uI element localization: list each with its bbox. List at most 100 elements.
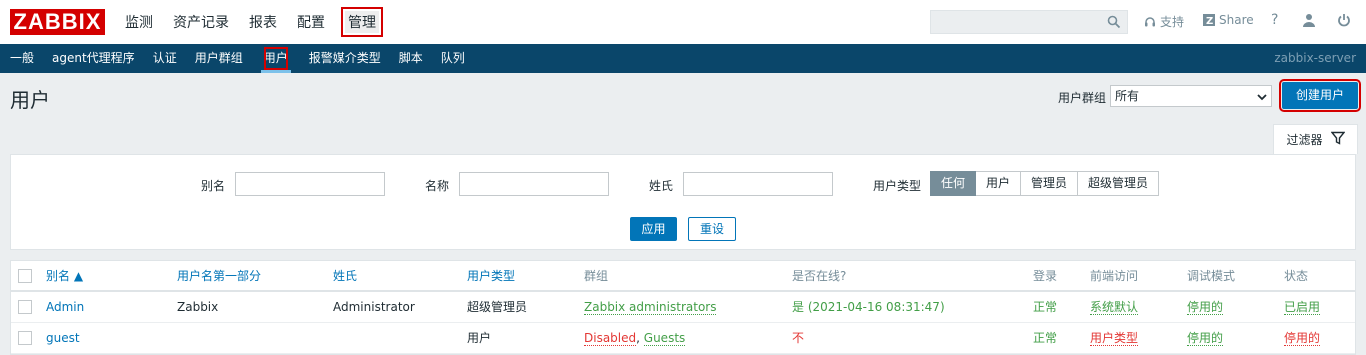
user-group-select[interactable]: 所有 [1110, 85, 1272, 107]
login-cell: 正常 [1033, 291, 1090, 323]
table-row: guest 用户 Disabled, Guests 不 正常 用户类型 停用的 … [11, 322, 1355, 354]
alias-label: 别名 [201, 179, 226, 193]
submenu-user-groups[interactable]: 用户群组 [195, 44, 243, 73]
user-type-cell: 超级管理员 [467, 291, 584, 323]
menu-administration[interactable]: 管理 [341, 7, 383, 37]
menu-monitoring[interactable]: 监测 [125, 12, 153, 32]
support-label: 支持 [1160, 15, 1185, 29]
funnel-icon [1330, 131, 1345, 148]
surname-input[interactable] [683, 172, 833, 196]
debug-mode-link[interactable]: 停用的 [1187, 300, 1224, 316]
sign-out-icon[interactable] [1337, 13, 1355, 27]
filter-panel: 别名 名称 姓氏 用户类型 任何 用户 管理员 超级管理员 应用 重设 [10, 154, 1356, 250]
user-group-label: 用户群组 [1058, 91, 1107, 105]
select-all-checkbox[interactable] [18, 268, 32, 283]
name-cell: Zabbix [177, 291, 333, 323]
user-alias-link[interactable]: guest [46, 331, 80, 345]
group-separator: , [636, 330, 644, 345]
zabbix-logo[interactable]: ZABBIX [10, 9, 105, 35]
surname-label: 姓氏 [649, 179, 674, 193]
chevron-down-icon [1257, 89, 1267, 109]
user-alias-link[interactable]: Admin [46, 300, 84, 314]
page-title: 用户 [10, 88, 50, 112]
col-online: 是否在线? [792, 261, 1033, 292]
submenu-proxies[interactable]: agent代理程序 [52, 44, 135, 73]
help-link[interactable]: ? [1271, 12, 1278, 28]
frontend-access-link[interactable]: 用户类型 [1090, 331, 1139, 346]
col-surname[interactable]: 姓氏 [333, 261, 467, 292]
col-user-type[interactable]: 用户类型 [467, 261, 584, 292]
debug-mode-cell: 停用的 [1187, 291, 1284, 323]
name-cell [177, 322, 333, 354]
user-type-super-admin[interactable]: 超级管理员 [1078, 171, 1160, 196]
menu-inventory[interactable]: 资产记录 [173, 12, 229, 32]
status-link[interactable]: 已启用 [1284, 300, 1321, 316]
share-link[interactable]: Z Share [1203, 13, 1254, 27]
user-type-cell: 用户 [467, 322, 584, 354]
col-debug-mode: 调试模式 [1187, 261, 1284, 292]
menu-configuration[interactable]: 配置 [297, 12, 325, 32]
alias-cell: guest [46, 322, 177, 354]
row-checkbox[interactable] [18, 330, 32, 345]
select-all-cell [11, 261, 46, 292]
filter-tab-label: 过滤器 [1286, 133, 1323, 147]
apply-button[interactable]: 应用 [630, 217, 677, 241]
surname-cell [333, 322, 467, 354]
user-type-label: 用户类型 [873, 179, 922, 193]
user-type-segmented: 任何 用户 管理员 超级管理员 [930, 171, 1160, 196]
create-user-button[interactable]: 创建用户 [1279, 79, 1361, 112]
reset-button[interactable]: 重设 [688, 217, 736, 241]
menu-reports[interactable]: 报表 [249, 12, 277, 32]
submenu-scripts[interactable]: 脚本 [399, 44, 423, 73]
submenu-authentication[interactable]: 认证 [153, 44, 177, 73]
submenu-general[interactable]: 一般 [10, 44, 34, 73]
user-type-any[interactable]: 任何 [930, 171, 977, 196]
search-icon[interactable] [1107, 15, 1121, 32]
col-alias[interactable]: 别名 ▲ [46, 261, 177, 292]
top-bar: ZABBIX 监测 资产记录 报表 配置 管理 支持 Z Share ? [0, 0, 1366, 44]
frontend-access-cell: 用户类型 [1090, 322, 1187, 354]
online-cell: 不 [792, 322, 1033, 354]
user-type-admin[interactable]: 管理员 [1021, 171, 1079, 196]
row-select-cell [11, 291, 46, 323]
user-profile-icon[interactable] [1302, 13, 1320, 27]
status-cell: 已启用 [1284, 291, 1355, 323]
headset-icon [1145, 16, 1155, 26]
filter-tab[interactable]: 过滤器 [1273, 124, 1358, 154]
col-groups: 群组 [584, 261, 792, 292]
group-link-disabled[interactable]: Disabled [584, 330, 637, 346]
name-input[interactable] [459, 172, 609, 196]
support-link[interactable]: 支持 [1144, 13, 1184, 30]
col-name[interactable]: 用户名第一部分 [177, 261, 333, 292]
alias-cell: Admin [46, 291, 177, 323]
submenu-users[interactable]: 用户 [260, 44, 291, 73]
user-type-user[interactable]: 用户 [976, 171, 1022, 196]
sub-menu: 一般 agent代理程序 认证 用户群组 用户 报警媒介类型 脚本 队列 zab… [0, 44, 1366, 73]
debug-mode-link[interactable]: 停用的 [1187, 331, 1224, 346]
col-status: 状态 [1284, 261, 1355, 292]
share-logo-icon: Z [1203, 14, 1215, 26]
table-header-row: 别名 ▲ 用户名第一部分 姓氏 用户类型 群组 是否在线? 登录 前端访问 调试… [11, 261, 1355, 292]
frontend-access-link[interactable]: 系统默认 [1090, 300, 1139, 316]
online-cell: 是 (2021-04-16 08:31:47) [792, 291, 1033, 323]
search-input[interactable] [930, 10, 1128, 34]
status-cell: 停用的 [1284, 322, 1355, 354]
row-checkbox[interactable] [18, 300, 32, 314]
submenu-queue[interactable]: 队列 [441, 44, 465, 73]
status-link[interactable]: 停用的 [1284, 331, 1321, 346]
submenu-media-types[interactable]: 报警媒介类型 [309, 44, 381, 73]
login-cell: 正常 [1033, 322, 1090, 354]
groups-cell: Disabled, Guests [584, 322, 792, 354]
table-row: Admin Zabbix Administrator 超级管理员 Zabbix … [11, 291, 1355, 323]
alias-input[interactable] [235, 172, 385, 196]
group-link-guests[interactable]: Guests [643, 330, 686, 346]
col-login: 登录 [1033, 261, 1090, 292]
name-label: 名称 [425, 179, 450, 193]
debug-mode-cell: 停用的 [1187, 322, 1284, 354]
user-group-value: 所有 [1115, 89, 1140, 103]
users-table: 别名 ▲ 用户名第一部分 姓氏 用户类型 群组 是否在线? 登录 前端访问 调试… [10, 260, 1356, 355]
main-menu: 监测 资产记录 报表 配置 管理 [125, 0, 399, 44]
surname-cell: Administrator [333, 291, 467, 323]
group-link[interactable]: Zabbix administrators [584, 299, 717, 315]
frontend-access-cell: 系统默认 [1090, 291, 1187, 323]
